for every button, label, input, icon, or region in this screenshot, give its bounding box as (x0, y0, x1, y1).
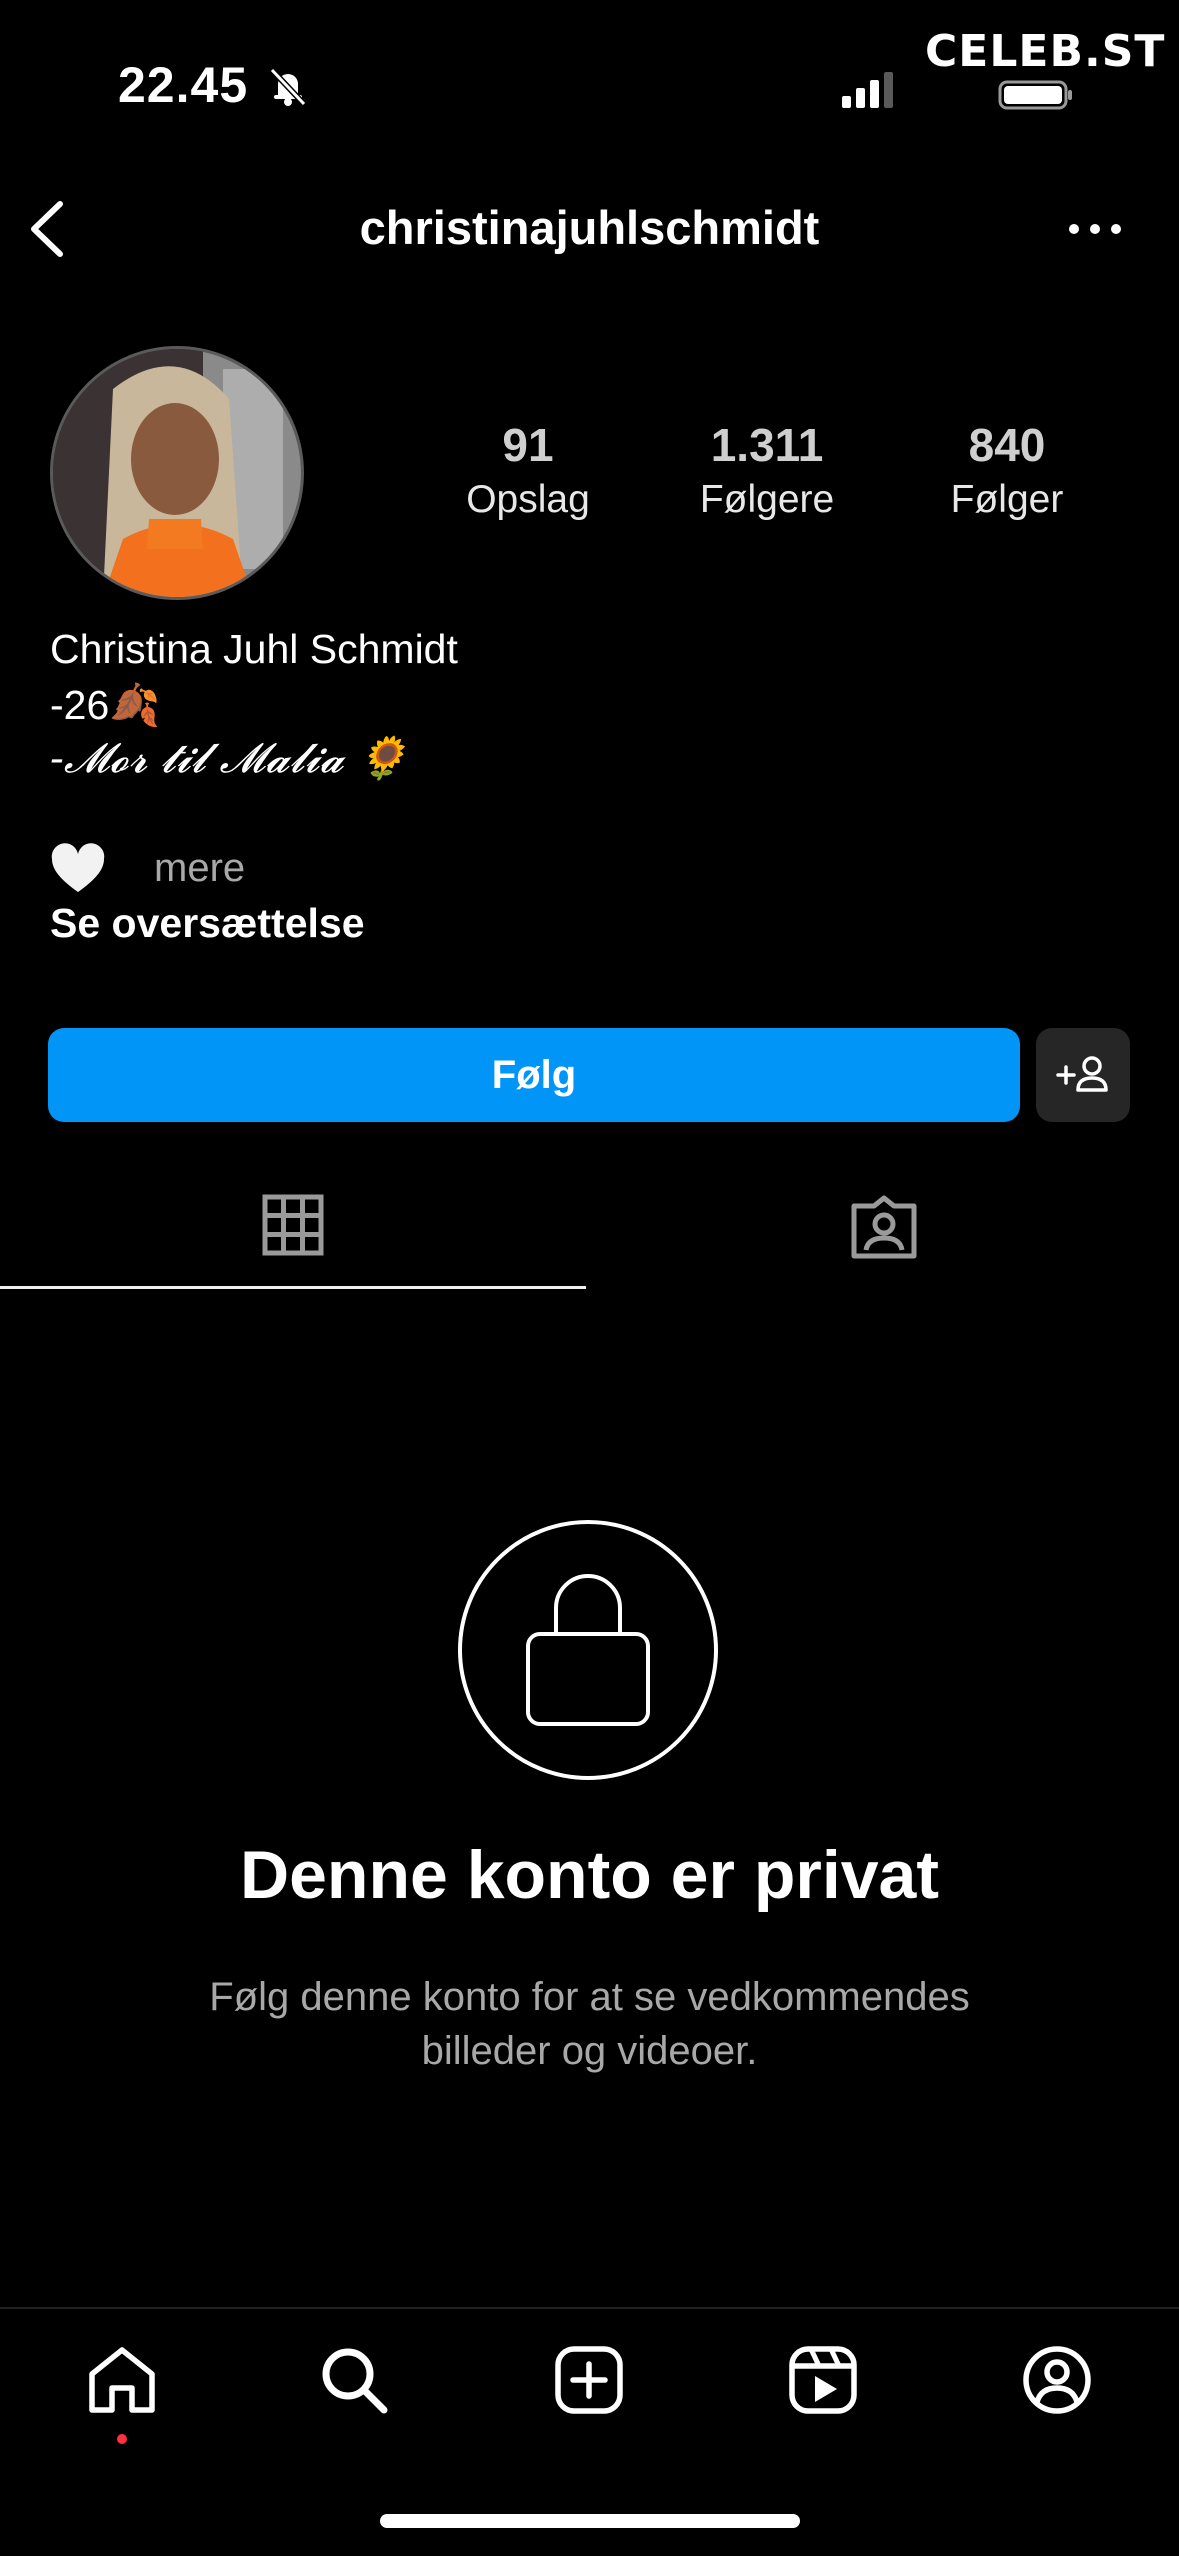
create-icon[interactable] (553, 2344, 625, 2416)
stat-posts-value: 91 (502, 419, 554, 471)
heart-icon (51, 843, 105, 892)
bottom-nav-divider (0, 2307, 1179, 2309)
reels-icon[interactable] (787, 2344, 859, 2416)
stat-following-label: Følger (950, 478, 1064, 521)
stat-following-value: 840 (968, 419, 1046, 471)
suggested-accounts-button[interactable] (1036, 1028, 1130, 1122)
grid-icon[interactable] (262, 1194, 324, 1256)
more-options-icon[interactable] (1064, 204, 1126, 254)
bio-line-1: -26🍂 (50, 682, 161, 728)
stat-followers[interactable]: 1.311 Følgere (667, 420, 867, 526)
see-translation-link[interactable]: Se oversættelse (50, 900, 365, 947)
profile-icon[interactable] (1021, 2344, 1093, 2416)
stat-followers-label: Følgere (699, 478, 835, 521)
search-icon[interactable] (318, 2344, 390, 2416)
signal-icon (842, 72, 893, 108)
bio-line-2: -𝓜𝓸𝓻 𝓽𝓲𝓵 𝓜𝓪𝓵𝓲𝓪 🌻 (50, 734, 408, 782)
bell-slash-icon (269, 67, 307, 107)
status-time: 22.45 (118, 57, 249, 113)
stat-posts-label: Opslag (466, 478, 590, 521)
stat-followers-value: 1.311 (710, 419, 824, 471)
notification-dot (117, 2434, 127, 2444)
avatar-photo (53, 349, 301, 597)
profile-full-name: Christina Juhl Schmidt (50, 626, 458, 672)
avatar[interactable] (50, 346, 304, 600)
tagged-icon[interactable] (848, 1194, 920, 1260)
private-account-title: Denne konto er privat (239, 1837, 940, 1913)
add-person-icon (1056, 1056, 1108, 1092)
watermark-text: CELEB.ST (925, 26, 1166, 77)
lock-icon (458, 1520, 718, 1780)
private-account-subtitle: Følg denne konto for at se vedkommendes … (130, 1970, 1049, 2078)
active-tab-indicator (0, 1286, 586, 1289)
private-subtitle-line-2: billeder og videoer. (421, 2029, 758, 2073)
stat-following[interactable]: 840 Følger (907, 420, 1107, 526)
private-subtitle-line-1: Følg denne konto for at se vedkommendes (209, 1975, 970, 2019)
bio-more-link[interactable]: mere (154, 846, 245, 891)
home-icon[interactable] (86, 2344, 158, 2416)
follow-button[interactable]: Følg (48, 1028, 1020, 1122)
profile-username: christinajuhlschmidt (359, 201, 820, 254)
home-indicator[interactable] (380, 2514, 800, 2528)
stat-posts[interactable]: 91 Opslag (428, 420, 628, 526)
battery-icon (998, 80, 1072, 110)
